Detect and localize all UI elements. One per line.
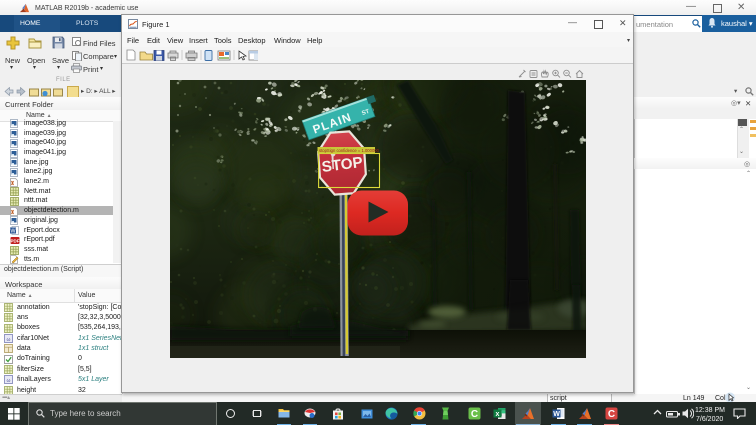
svg-text:ω: ω <box>7 378 11 384</box>
svg-text:PDF: PDF <box>11 238 20 243</box>
svg-text:W: W <box>10 228 16 234</box>
svg-text:C: C <box>608 409 615 420</box>
svg-text:stopSign confidence = 1.00000: stopSign confidence = 1.000000 <box>319 148 380 153</box>
svg-text:ω: ω <box>7 337 11 343</box>
svg-text:x: x <box>496 411 500 418</box>
svg-text:W: W <box>553 411 560 418</box>
svg-text:C: C <box>471 409 478 420</box>
